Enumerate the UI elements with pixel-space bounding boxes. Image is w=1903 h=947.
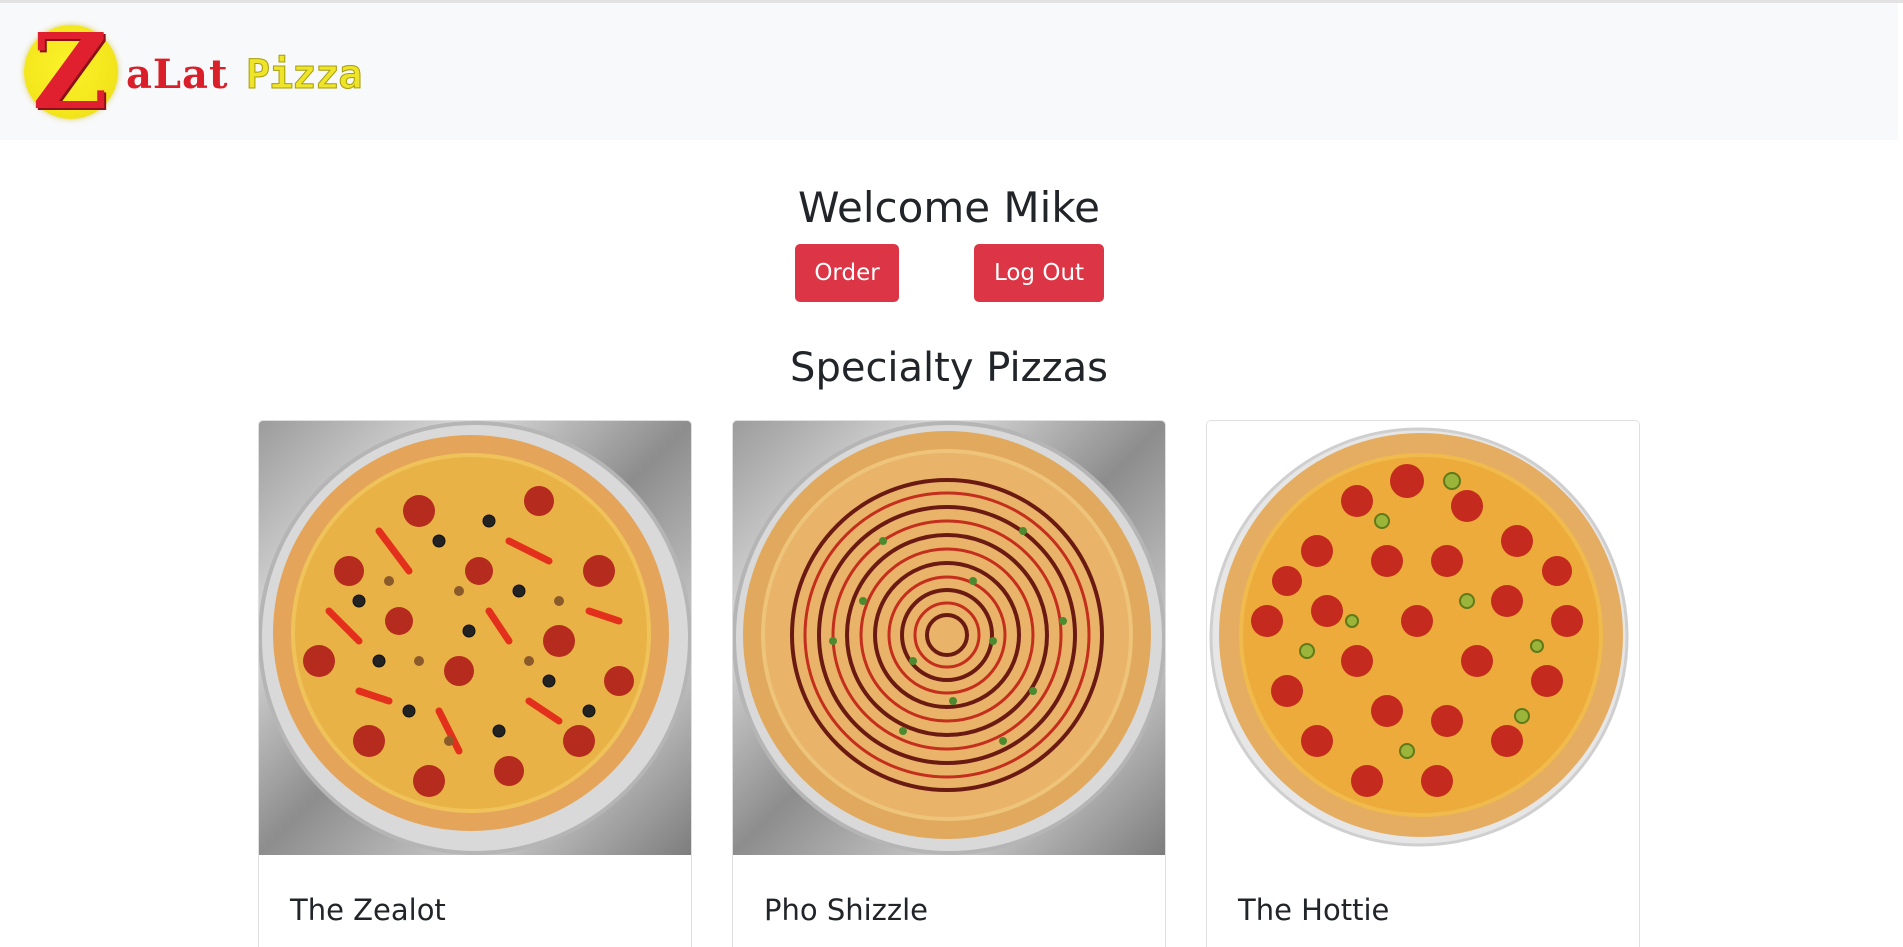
navbar: Z aLat Pizza xyxy=(0,3,1898,140)
pizza-name: The Hottie xyxy=(1238,893,1390,927)
logout-button[interactable]: Log Out xyxy=(974,244,1104,302)
page: Z aLat Pizza Welcome Mike Order Log Out … xyxy=(0,0,1903,947)
pizza-name: The Zealot xyxy=(290,893,446,927)
order-button[interactable]: Order xyxy=(795,244,899,302)
pizza-image-hottie xyxy=(1207,421,1639,855)
site-logo[interactable]: Z aLat Pizza xyxy=(24,10,390,133)
pizza-card-hottie[interactable]: The Hottie xyxy=(1206,420,1640,947)
pizza-image-zealot xyxy=(259,421,691,855)
pizza-card-pho-shizzle[interactable]: Pho Shizzle xyxy=(732,420,1166,947)
specialty-pizzas-heading: Specialty Pizzas xyxy=(790,345,1108,391)
pizza-image-pho-shizzle xyxy=(733,421,1165,855)
welcome-heading: Welcome Mike xyxy=(797,183,1101,232)
logo-text-pizza: Pizza xyxy=(245,52,362,99)
logo-text-alat: aLat xyxy=(126,51,229,98)
logo-letter: Z xyxy=(32,10,108,133)
pizza-name: Pho Shizzle xyxy=(764,893,929,927)
pizza-card-zealot[interactable]: The Zealot xyxy=(258,420,692,947)
